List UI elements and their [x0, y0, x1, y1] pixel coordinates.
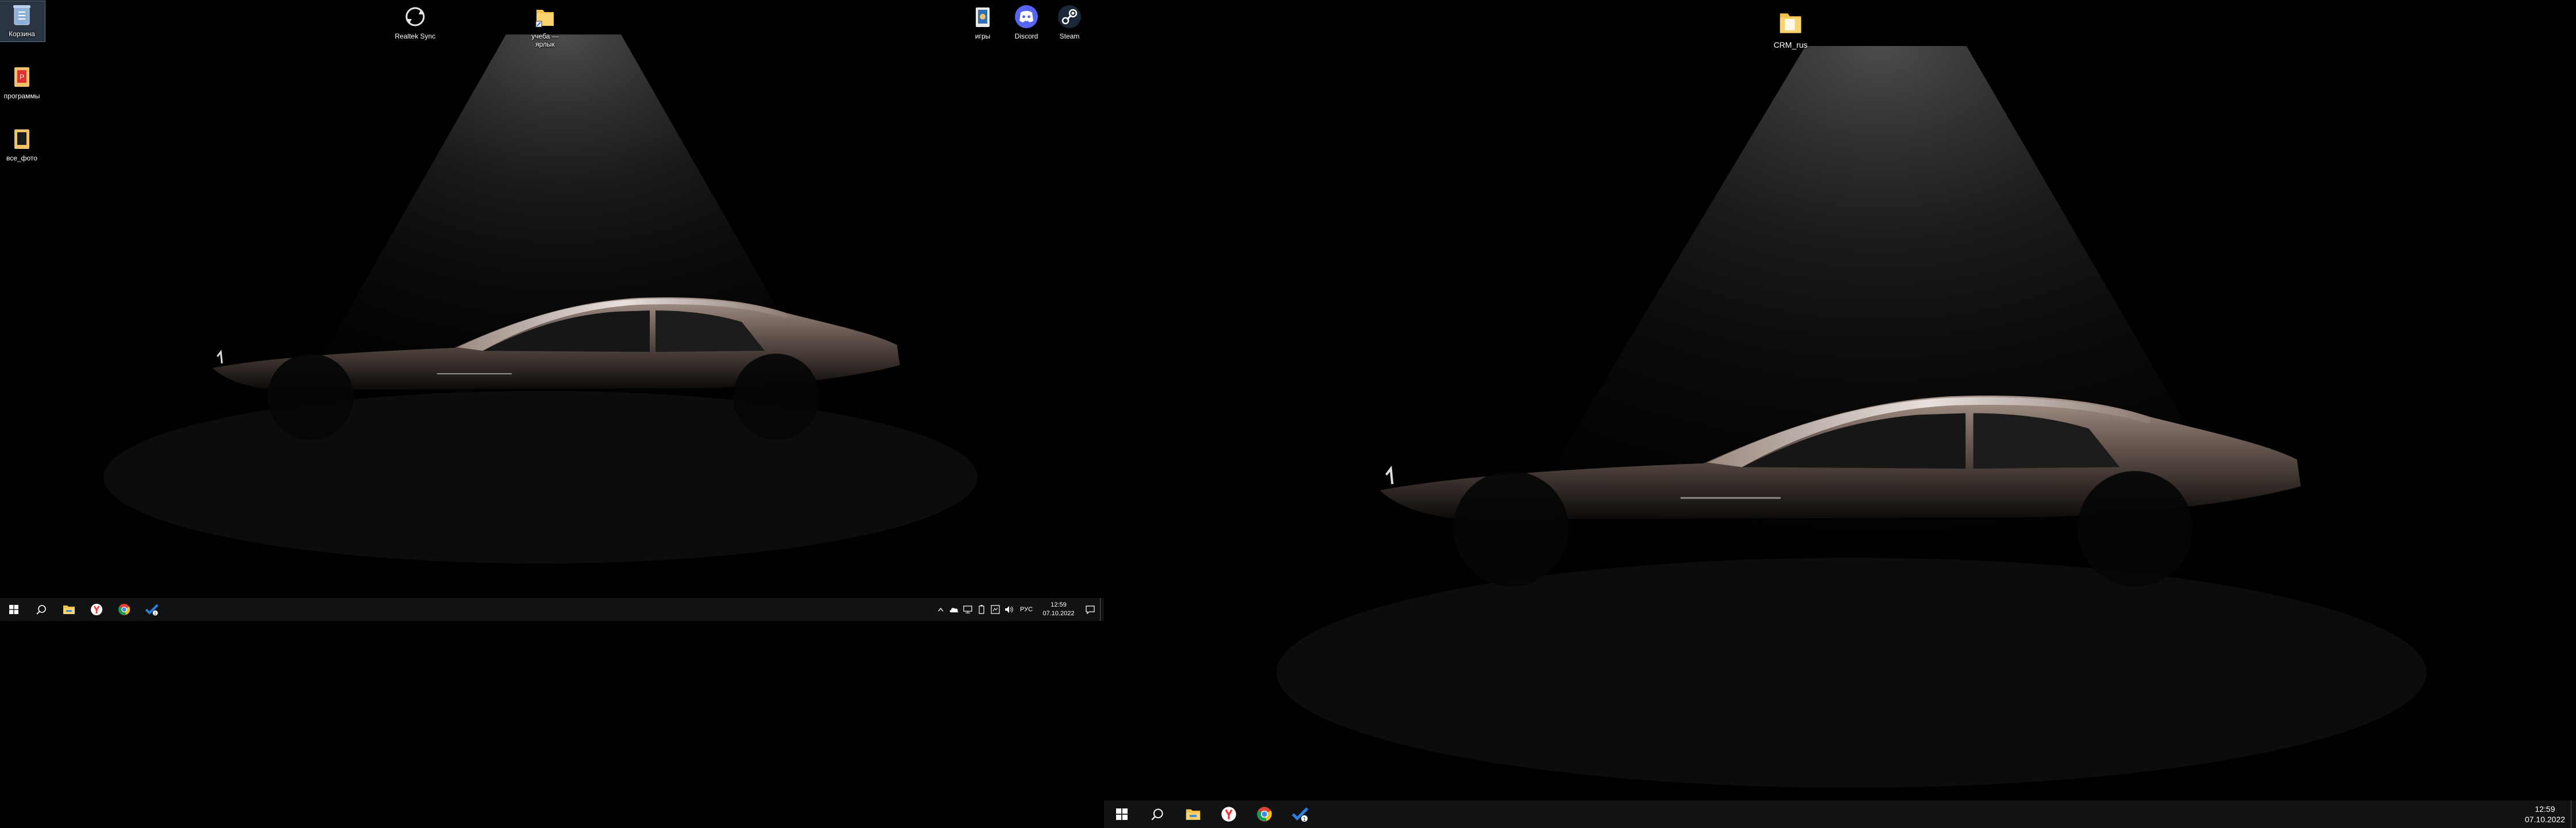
folder-photos-icon — [9, 125, 35, 152]
todo-icon: 1 — [1291, 807, 1309, 822]
battery-icon — [979, 605, 984, 614]
desktop-icon-crm-rus[interactable]: CRM_rus — [1762, 6, 1819, 49]
desktop-icon-programs[interactable]: P программы — [0, 63, 45, 100]
desktop-icon-steam[interactable]: Steam — [1046, 3, 1092, 40]
desktop-icon-games[interactable]: игры — [960, 3, 1006, 40]
search-icon — [1151, 808, 1163, 821]
recycle-bin-icon — [9, 1, 35, 28]
start-button[interactable] — [1104, 800, 1140, 828]
folder-programs-icon: P — [9, 63, 35, 90]
svg-text:1: 1 — [1303, 816, 1306, 822]
show-desktop-button[interactable] — [2571, 800, 2576, 828]
todo-button[interactable]: 1 — [138, 598, 166, 621]
yandex-browser-icon — [91, 604, 102, 615]
chrome-icon — [1257, 807, 1272, 822]
search-icon — [36, 605, 46, 615]
start-button[interactable] — [0, 598, 28, 621]
todo-icon: 1 — [145, 604, 159, 616]
show-hidden-icons-button[interactable] — [934, 607, 947, 612]
system-tray: РУС 12:59 07.10.2022 — [934, 598, 1104, 621]
yandex-browser-button[interactable] — [1211, 800, 1247, 828]
onedrive-icon — [949, 608, 959, 612]
taskbar-monitor-1: 1 РУС 12:59 07.10.2022 — [0, 598, 1104, 621]
app-tray-button[interactable] — [988, 605, 1002, 614]
search-button[interactable] — [28, 598, 55, 621]
svg-text:1: 1 — [154, 612, 156, 616]
volume-icon — [1005, 606, 1013, 613]
tray-clock[interactable]: 12:59 07.10.2022 — [2519, 804, 2571, 825]
sync-icon — [402, 3, 428, 30]
onedrive-tray-button[interactable] — [947, 606, 961, 613]
notifications-icon — [1086, 605, 1095, 614]
search-button[interactable] — [1140, 800, 1175, 828]
clock-time: 12:59 — [2535, 804, 2555, 814]
clock-date: 07.10.2022 — [2524, 815, 2566, 824]
svg-text:P: P — [20, 73, 24, 81]
network-tray-button[interactable] — [961, 605, 975, 614]
battery-tray-button[interactable] — [975, 605, 988, 614]
file-explorer-icon — [1186, 809, 1201, 820]
steam-icon — [1056, 3, 1083, 30]
desktop-icon-study-shortcut[interactable]: учеба — ярлык — [522, 3, 568, 48]
monitor-1-desktop: Корзина P программы все_фото Realtek Syn… — [0, 0, 1104, 621]
yandex-browser-button[interactable] — [83, 598, 110, 621]
car-wallpaper — [0, 0, 1104, 621]
desktop-icon-discord[interactable]: Discord — [1003, 3, 1049, 40]
clock-time: 12:59 — [1051, 601, 1067, 608]
file-explorer-button[interactable] — [55, 598, 83, 621]
file-explorer-button[interactable] — [1175, 800, 1211, 828]
app-tray-icon — [991, 605, 1000, 614]
chrome-button[interactable] — [1247, 800, 1282, 828]
show-desktop-button[interactable] — [1100, 598, 1104, 621]
network-icon — [963, 605, 972, 614]
language-indicator[interactable]: РУС — [1016, 606, 1037, 613]
car-wallpaper — [1104, 0, 2576, 828]
yandex-browser-icon — [1221, 807, 1236, 822]
chevron-up-icon — [938, 607, 944, 612]
folder-crm-icon — [1774, 6, 1807, 38]
desktop-icon-realtek-sync[interactable]: Realtek Sync — [392, 3, 438, 40]
chrome-button[interactable] — [110, 598, 138, 621]
clock-date: 07.10.2022 — [1042, 610, 1075, 617]
chrome-icon — [118, 604, 131, 615]
games-folder-icon — [969, 3, 996, 30]
desktop-icon-recycle-bin[interactable]: Корзина — [0, 1, 45, 42]
monitor-2-desktop: CRM_rus 1 12:59 07.10.2022 — [1104, 0, 2576, 828]
system-tray: 12:59 07.10.2022 — [2519, 800, 2576, 828]
start-icon — [9, 605, 18, 614]
folder-shortcut-icon — [532, 3, 558, 30]
todo-button[interactable]: 1 — [1282, 800, 1318, 828]
desktop-icon-photos[interactable]: все_фото — [0, 125, 45, 162]
taskbar-monitor-2: 1 12:59 07.10.2022 — [1104, 800, 2576, 828]
tray-clock[interactable]: 12:59 07.10.2022 — [1037, 601, 1080, 618]
action-center-button[interactable] — [1080, 605, 1100, 614]
discord-icon — [1013, 3, 1040, 30]
start-icon — [1116, 808, 1128, 820]
volume-tray-button[interactable] — [1002, 605, 1016, 614]
file-explorer-icon — [63, 605, 75, 614]
